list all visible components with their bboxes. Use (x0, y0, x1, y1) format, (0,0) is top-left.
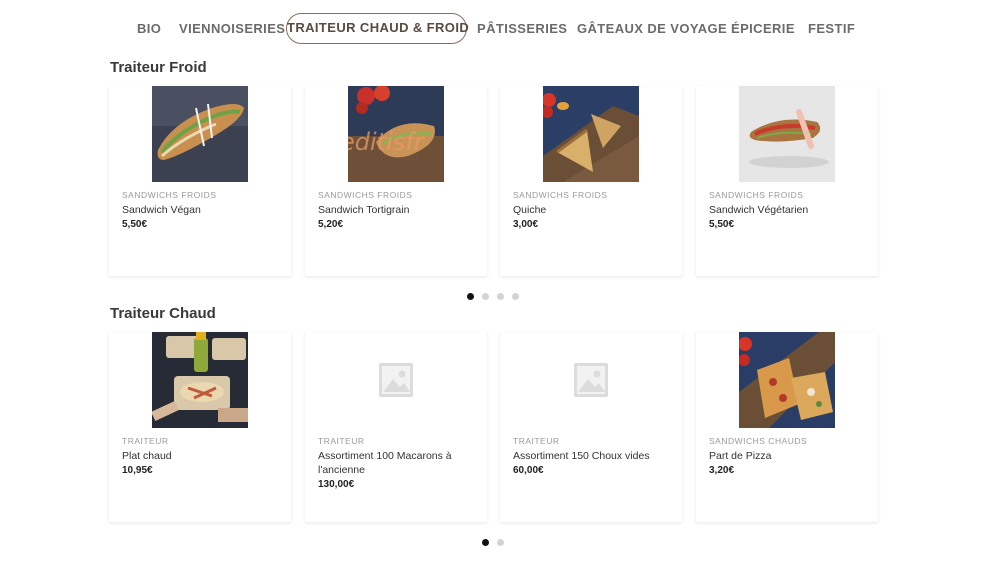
product-name[interactable]: Quiche (513, 203, 663, 217)
product-price: 3,00€ (513, 219, 539, 230)
product-name[interactable]: Part de Pizza (709, 449, 859, 463)
product-category: SANDWICHS CHAUDS (709, 436, 808, 446)
product-category: SANDWICHS FROIDS (709, 190, 804, 200)
placeholder-icon[interactable] (348, 332, 444, 428)
pager-dot[interactable] (497, 539, 504, 546)
pager-dot[interactable] (482, 539, 489, 546)
sandwich-light-photo[interactable] (739, 86, 835, 182)
nav-item-gateaux-de-voyage[interactable]: GÂTEAUX DE VOYAGE (577, 13, 727, 44)
product-card[interactable]: TRAITEUR Assortiment 100 Macarons à l'an… (305, 332, 487, 522)
hot-meal-photo[interactable] (152, 332, 248, 428)
product-name[interactable]: Plat chaud (122, 449, 272, 463)
product-name[interactable]: Sandwich Végan (122, 203, 272, 217)
pizza-photo[interactable] (739, 332, 835, 428)
pager-dot[interactable] (512, 293, 519, 300)
nav-item-bio[interactable]: BIO (137, 13, 161, 44)
product-name[interactable]: Sandwich Végétarien (709, 203, 859, 217)
placeholder-icon[interactable] (543, 332, 639, 428)
product-category: TRAITEUR (513, 436, 560, 446)
product-card[interactable]: SANDWICHS FROIDS Sandwich Végan 5,50€ (109, 86, 291, 276)
svg-text:editisfr: editisfr (348, 128, 426, 156)
product-price: 3,20€ (709, 465, 735, 476)
product-name[interactable]: Sandwich Tortigrain (318, 203, 468, 217)
nav-item-patisseries[interactable]: PÂTISSERIES (477, 13, 567, 44)
nav-item-traiteur[interactable]: TRAITEUR CHAUD & FROID (286, 13, 469, 44)
product-category: TRAITEUR (122, 436, 169, 446)
product-price: 10,95€ (122, 465, 153, 476)
product-card[interactable]: TRAITEUR Plat chaud 10,95€ (109, 332, 291, 522)
section-title-traiteur-froid: Traiteur Froid (110, 59, 207, 76)
pager-dot[interactable] (482, 293, 489, 300)
section-title-traiteur-chaud: Traiteur Chaud (110, 305, 216, 322)
product-category: SANDWICHS FROIDS (513, 190, 608, 200)
pager-dot[interactable] (467, 293, 474, 300)
product-category: TRAITEUR (318, 436, 365, 446)
nav-item-viennoiseries[interactable]: VIENNOISERIES (179, 13, 285, 44)
product-price: 130,00€ (318, 479, 355, 490)
product-category: SANDWICHS FROIDS (122, 190, 217, 200)
nav-item-festif[interactable]: FESTIF (808, 13, 855, 44)
sandwich-photo[interactable] (152, 86, 248, 182)
product-price: 5,50€ (709, 219, 735, 230)
product-name[interactable]: Assortiment 150 Choux vides (513, 449, 663, 463)
carousel-pager-froid (467, 293, 527, 301)
product-card[interactable]: TRAITEUR Assortiment 150 Choux vides 60,… (500, 332, 682, 522)
product-category: SANDWICHS FROIDS (318, 190, 413, 200)
pager-dot[interactable] (497, 293, 504, 300)
product-price: 5,50€ (122, 219, 148, 230)
product-carousel-froid: SANDWICHS FROIDS Sandwich Végan 5,50€ ed… (109, 86, 878, 276)
product-card[interactable]: SANDWICHS FROIDS Quiche 3,00€ (500, 86, 682, 276)
product-price: 5,20€ (318, 219, 344, 230)
product-name[interactable]: Assortiment 100 Macarons à l'ancienne (318, 449, 468, 477)
quiche-photo[interactable] (543, 86, 639, 182)
carousel-pager-chaud (482, 539, 512, 547)
nav-item-epicerie[interactable]: ÉPICERIE (731, 13, 794, 44)
product-card[interactable]: SANDWICHS FROIDS Sandwich Végétarien 5,5… (696, 86, 878, 276)
product-card[interactable]: SANDWICHS CHAUDS Part de Pizza 3,20€ (696, 332, 878, 522)
product-carousel-chaud: TRAITEUR Plat chaud 10,95€ TRAITEUR Asso… (109, 332, 878, 522)
product-card[interactable]: editisfr SANDWICHS FROIDS Sandwich Torti… (305, 86, 487, 276)
product-price: 60,00€ (513, 465, 544, 476)
category-nav: BIO VIENNOISERIES TRAITEUR CHAUD & FROID… (0, 13, 989, 44)
sandwich-tomato-photo[interactable]: editisfr (348, 86, 444, 182)
